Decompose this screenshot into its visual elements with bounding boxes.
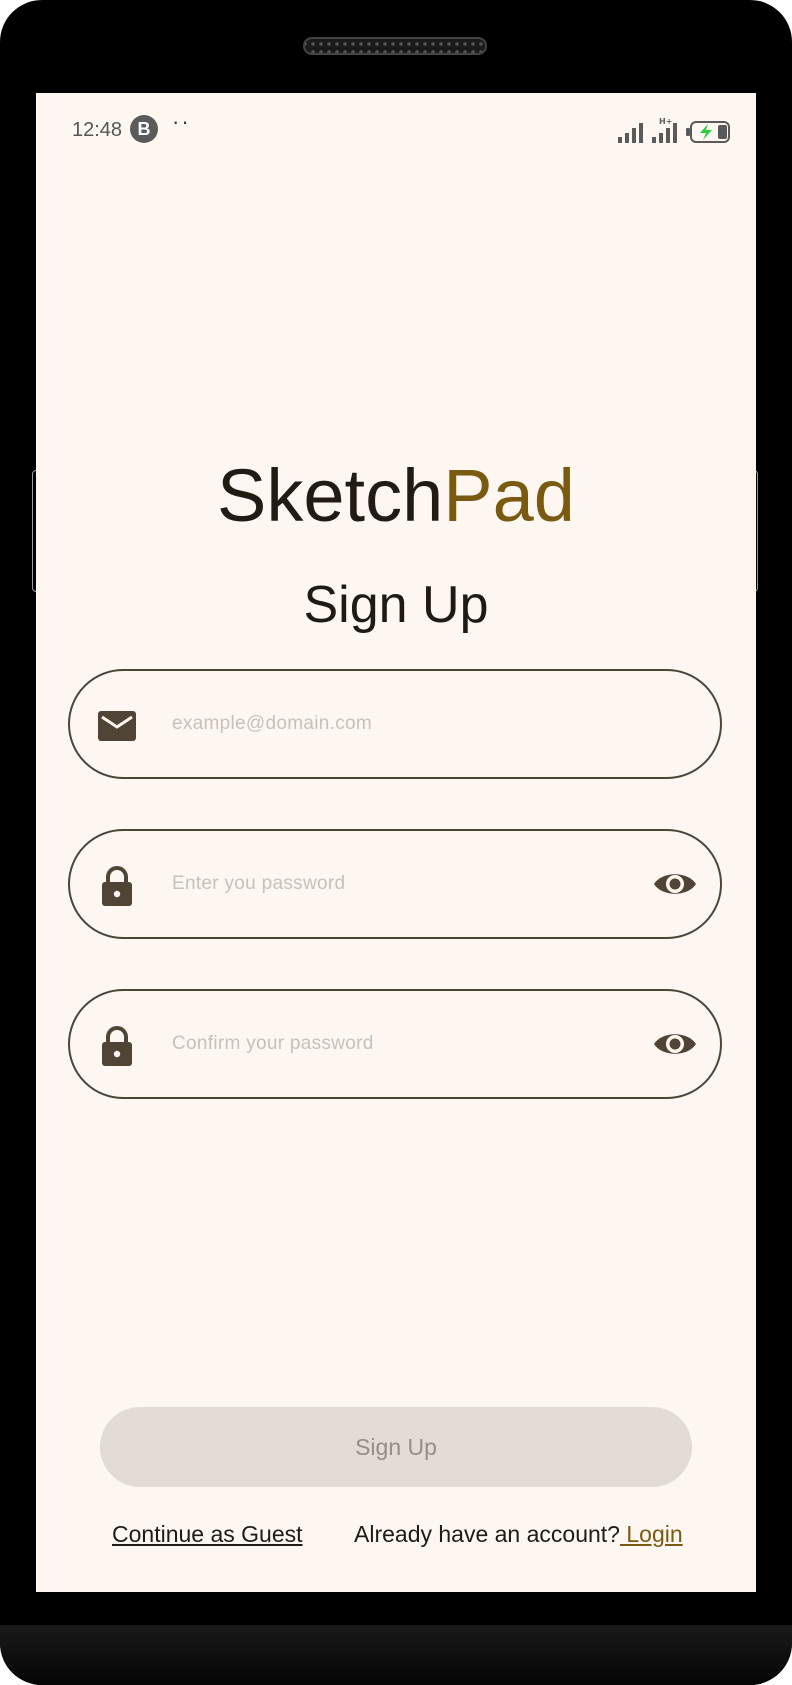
lock-icon: [102, 866, 132, 906]
signal-icon: [618, 123, 643, 143]
login-link[interactable]: Login: [620, 1521, 682, 1547]
login-prompt: Already have an account? Login: [354, 1521, 683, 1548]
app-logo-title: SketchPad: [36, 453, 756, 538]
app-screen: 12:48 B ·· H+ SketchPad Sign Up example@…: [36, 93, 756, 1592]
eye-icon[interactable]: [652, 1027, 698, 1061]
page-title: Sign Up: [303, 576, 489, 634]
email-field[interactable]: example@domain.com: [68, 669, 722, 779]
speaker-grille: [303, 37, 487, 55]
status-icons: H+: [618, 115, 732, 143]
confirm-password-input[interactable]: Confirm your password: [172, 991, 374, 1097]
sign-up-button[interactable]: Sign Up: [100, 1407, 692, 1487]
password-field[interactable]: Enter you password: [68, 829, 722, 939]
app-title-part1: Sketch: [217, 454, 444, 537]
signal-h-plus-icon: H+: [652, 117, 677, 143]
notification-dots: ··: [172, 109, 191, 134]
phone-frame: 12:48 B ·· H+ SketchPad Sign Up example@…: [0, 0, 792, 1685]
app-title-part2: Pad: [443, 454, 575, 537]
confirm-password-field[interactable]: Confirm your password: [68, 989, 722, 1099]
continue-as-guest-link[interactable]: Continue as Guest: [112, 1521, 303, 1548]
email-input[interactable]: example@domain.com: [172, 671, 372, 777]
svg-text:H+: H+: [659, 117, 672, 126]
mail-icon: [98, 711, 136, 741]
account-prompt-text: Already have an account?: [354, 1521, 620, 1547]
app-badge-icon: B: [130, 115, 158, 143]
bottom-bezel: [0, 1625, 792, 1685]
lock-icon: [102, 1026, 132, 1066]
status-bar: 12:48 B ·· H+: [36, 93, 756, 165]
battery-charging-icon: [686, 121, 730, 143]
password-input[interactable]: Enter you password: [172, 831, 345, 937]
status-time: 12:48: [72, 119, 123, 141]
eye-icon[interactable]: [652, 867, 698, 901]
